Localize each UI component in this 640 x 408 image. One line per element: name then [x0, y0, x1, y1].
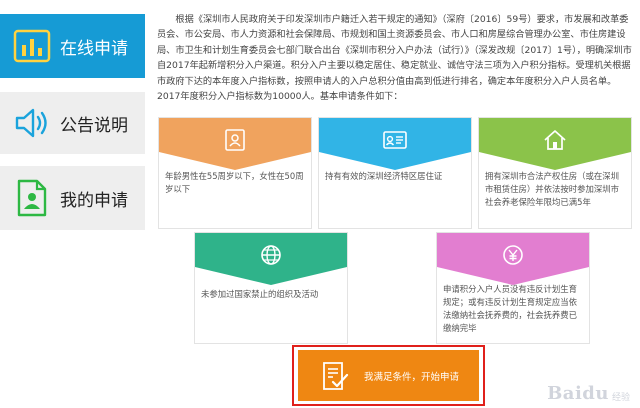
card-header	[479, 118, 631, 178]
condition-card-no-banned-activities: 未参加过国家禁止的组织及活动	[194, 232, 348, 344]
user-document-icon	[12, 178, 52, 218]
sidebar-item-label: 在线申请	[60, 38, 128, 59]
sidebar-item-online-apply[interactable]: 在线申请	[0, 14, 145, 78]
card-header	[319, 118, 471, 178]
sidebar: 在线申请 公告说明 我的申请	[0, 0, 145, 408]
condition-text: 申请积分入户人员没有违反计划生育规定；或有违反计划生育规定应当依法缴纳社会抚养费…	[443, 284, 577, 333]
globe-icon	[259, 243, 283, 267]
sidebar-item-label: 公告说明	[60, 115, 128, 136]
intro-paragraph: 根据《深圳市人民政府关于印发深圳市户籍迁入若干规定的通知》（深府〔2016〕59…	[157, 14, 632, 103]
house-icon	[543, 128, 567, 152]
condition-card-housing-insurance: 拥有深圳市合法产权住房（或在深圳市租赁住房）并依法按时参加深圳市社会养老保险年限…	[478, 117, 632, 229]
watermark-sub-text: 经验	[611, 393, 630, 403]
checklist-icon	[320, 361, 350, 391]
condition-text: 持有有效的深圳经济特区居住证	[325, 171, 443, 181]
condition-text: 未参加过国家禁止的组织及活动	[201, 289, 319, 299]
yuan-coin-icon	[501, 243, 525, 267]
condition-text: 拥有深圳市合法产权住房（或在深圳市租赁住房）并依法按时参加深圳市社会养老保险年限…	[485, 171, 619, 207]
card-header	[159, 118, 311, 178]
baidu-watermark: Baidu 经验	[547, 383, 630, 404]
sidebar-item-label: 我的申请	[60, 190, 128, 211]
condition-card-age: 年龄男性在55周岁以下，女性在50周岁以下	[158, 117, 312, 229]
speaker-icon	[12, 103, 52, 143]
bar-chart-icon	[12, 26, 52, 66]
id-card-icon	[223, 128, 247, 152]
residence-card-icon	[383, 128, 407, 152]
apply-button-label: 我满足条件，开始申请	[364, 371, 460, 383]
condition-text: 年龄男性在55周岁以下，女性在50周岁以下	[165, 171, 304, 194]
apply-button-highlight: 我满足条件，开始申请	[292, 345, 485, 406]
condition-card-family-planning: 申请积分入户人员没有违反计划生育规定；或有违反计划生育规定应当依法缴纳社会抚养费…	[436, 232, 590, 344]
card-header	[195, 233, 347, 293]
sidebar-item-announcement[interactable]: 公告说明	[0, 92, 145, 154]
sidebar-item-my-applications[interactable]: 我的申请	[0, 166, 145, 230]
start-apply-button[interactable]: 我满足条件，开始申请	[298, 350, 479, 401]
watermark-logo-text: Baidu	[547, 383, 609, 404]
condition-card-residence-permit: 持有有效的深圳经济特区居住证	[318, 117, 472, 229]
